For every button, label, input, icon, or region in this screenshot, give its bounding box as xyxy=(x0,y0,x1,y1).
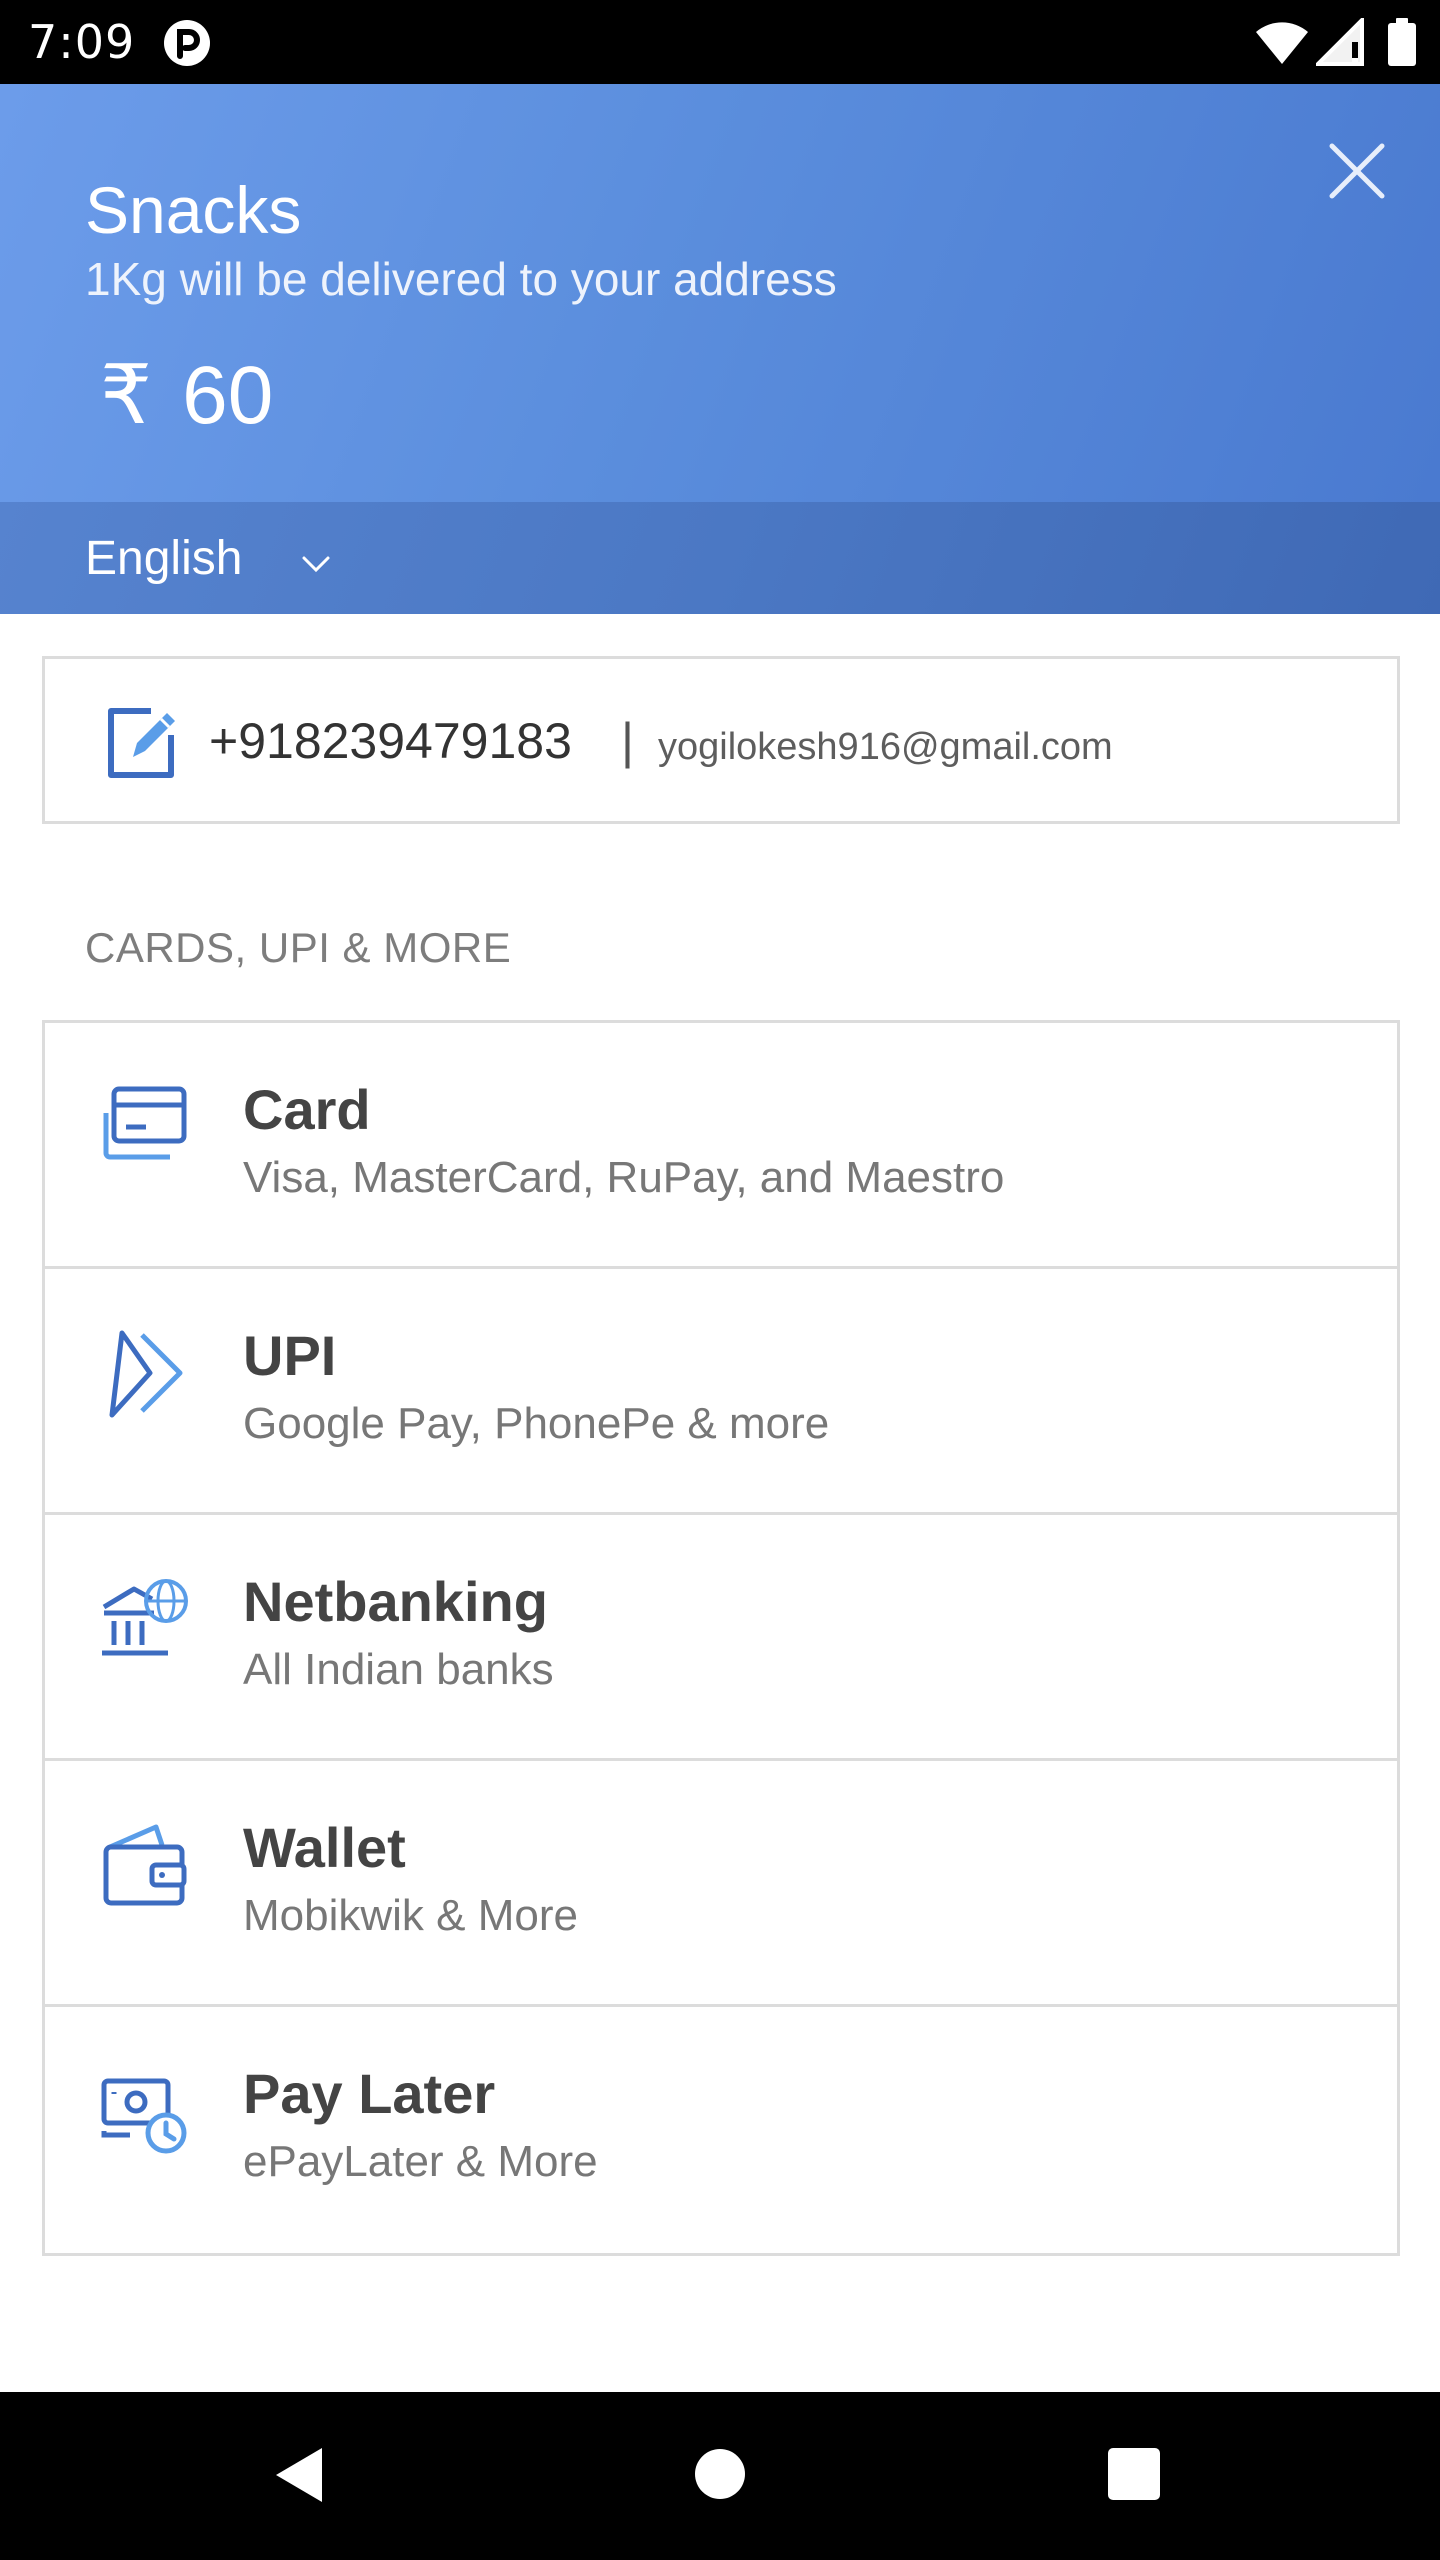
card-icon xyxy=(103,1086,187,1160)
language-bar: English xyxy=(0,502,1440,614)
language-label: English xyxy=(85,531,243,585)
order-amount: ₹60 xyxy=(100,346,273,446)
section-title: CARDS, UPI & MORE xyxy=(85,924,512,971)
product-name: Snacks xyxy=(85,173,302,247)
cellular-signal-icon xyxy=(1316,18,1364,66)
chevron-down-icon xyxy=(302,556,330,573)
upi-icon xyxy=(109,1330,183,1418)
navigation-bar xyxy=(0,2392,1440,2560)
method-title: Wallet xyxy=(243,1816,406,1879)
status-time: 7:09 xyxy=(28,15,136,69)
pay-later-icon xyxy=(101,2078,187,2154)
payment-method-upi[interactable]: UPI Google Pay, PhonePe & more xyxy=(45,1269,1397,1515)
language-selector[interactable]: English xyxy=(85,502,332,614)
contact-separator: | xyxy=(621,713,634,769)
amount-value: 60 xyxy=(182,350,274,441)
method-subtitle: ePayLater & More xyxy=(243,2137,598,2186)
contact-phone: +918239479183 xyxy=(209,713,572,769)
status-bar: 7:09 xyxy=(0,0,1440,84)
payment-methods-list: Card Visa, MasterCard, RuPay, and Maestr… xyxy=(42,1020,1400,2256)
edit-icon[interactable] xyxy=(103,703,181,781)
method-title: Card xyxy=(243,1078,371,1141)
app-notification-icon xyxy=(164,20,210,66)
method-title: UPI xyxy=(243,1324,337,1387)
wallet-icon xyxy=(103,1824,187,1906)
payment-method-pay-later[interactable]: Pay Later ePayLater & More xyxy=(45,2007,1397,2251)
close-icon[interactable] xyxy=(1324,138,1390,204)
payment-header: Snacks 1Kg will be delivered to your add… xyxy=(0,84,1440,614)
battery-icon xyxy=(1388,18,1416,66)
back-icon[interactable] xyxy=(270,2444,326,2506)
currency-symbol: ₹ xyxy=(100,350,153,441)
method-title: Pay Later xyxy=(243,2062,496,2125)
netbanking-icon xyxy=(102,1579,188,1656)
method-subtitle: Visa, MasterCard, RuPay, and Maestro xyxy=(243,1153,1005,1202)
wifi-icon xyxy=(1256,22,1308,64)
home-icon[interactable] xyxy=(692,2446,748,2502)
method-subtitle: Mobikwik & More xyxy=(243,1891,578,1940)
method-subtitle: All Indian banks xyxy=(243,1645,554,1694)
recents-icon[interactable] xyxy=(1106,2446,1162,2502)
method-title: Netbanking xyxy=(243,1570,548,1633)
product-description: 1Kg will be delivered to your address xyxy=(85,253,837,305)
payment-method-card[interactable]: Card Visa, MasterCard, RuPay, and Maestr… xyxy=(45,1023,1397,1269)
payment-method-wallet[interactable]: Wallet Mobikwik & More xyxy=(45,1761,1397,2007)
method-subtitle: Google Pay, PhonePe & more xyxy=(243,1399,830,1448)
contact-email: yogilokesh916@gmail.com xyxy=(658,726,1113,768)
contact-details[interactable]: +918239479183 | yogilokesh916@gmail.com xyxy=(42,656,1400,824)
payment-method-netbanking[interactable]: Netbanking All Indian banks xyxy=(45,1515,1397,1761)
